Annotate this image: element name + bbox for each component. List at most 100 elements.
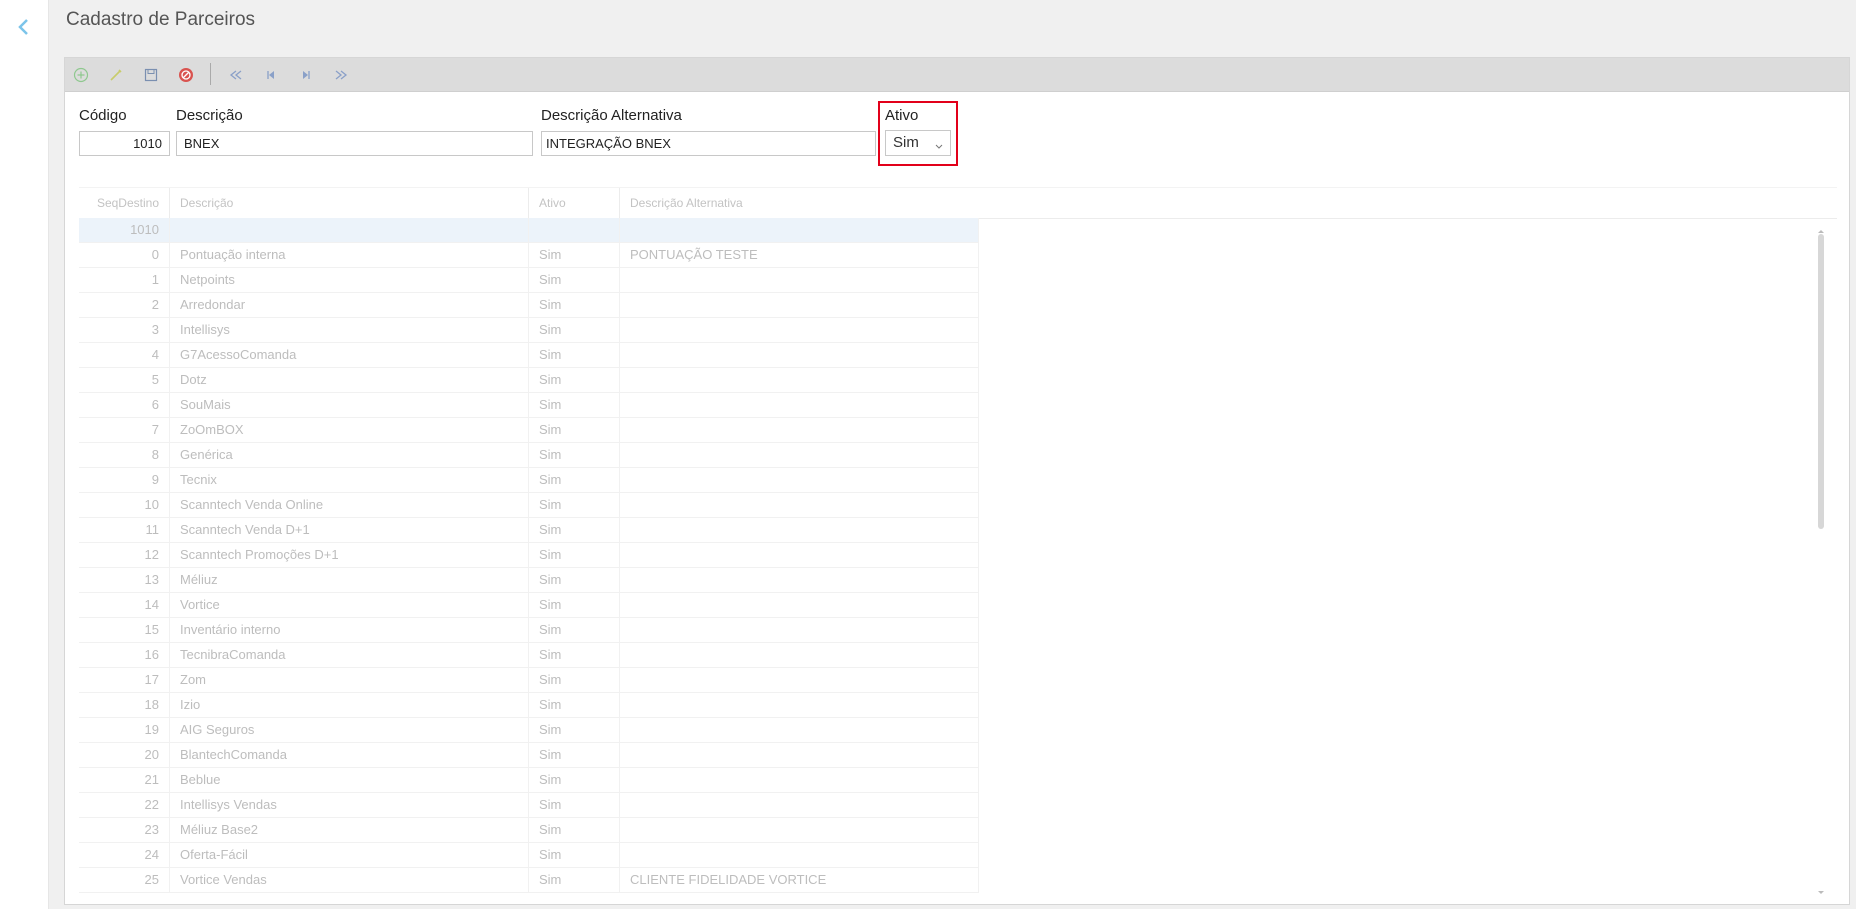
cell-ativo: Sim <box>529 693 620 717</box>
table-row[interactable]: 2 Arredondar Sim <box>79 293 979 318</box>
cell-ativo: Sim <box>529 543 620 567</box>
column-header-descricao-alternativa[interactable]: Descrição Alternativa <box>620 188 1837 218</box>
cell-descricao: Pontuação interna <box>170 243 529 267</box>
table-row[interactable]: 0 Pontuação interna Sim PONTUAÇÃO TESTE <box>79 243 979 268</box>
scrollbar-thumb[interactable] <box>1818 234 1824 529</box>
table-row[interactable]: 15 Inventário interno Sim <box>79 618 979 643</box>
table-row[interactable]: 4 G7AcessoComanda Sim <box>79 343 979 368</box>
table-row[interactable]: 13 Méliuz Sim <box>79 568 979 593</box>
scroll-down-icon[interactable] <box>1817 884 1825 894</box>
table-row[interactable]: 9 Tecnix Sim <box>79 468 979 493</box>
cell-ativo: Sim <box>529 343 620 367</box>
cell-descricao: Scanntech Venda D+1 <box>170 518 529 542</box>
cell-descricao-alternativa <box>620 843 979 867</box>
cell-descricao: Zom <box>170 668 529 692</box>
table-row[interactable]: 1 Netpoints Sim <box>79 268 979 293</box>
cell-seqdestino: 12 <box>79 543 170 567</box>
scroll-up-icon[interactable] <box>1817 222 1825 233</box>
cell-ativo: Sim <box>529 393 620 417</box>
codigo-field[interactable]: 1010 <box>79 131 170 156</box>
table-row[interactable]: 25 Vortice Vendas Sim CLIENTE FIDELIDADE VO… <box>79 868 979 893</box>
cell-descricao: ZoOmBOX <box>170 418 529 442</box>
descricao-field[interactable]: BNEX <box>176 131 533 156</box>
cell-descricao-alternativa: PONTUAÇÃO TESTE <box>620 243 979 267</box>
cell-descricao: Méliuz <box>170 568 529 592</box>
cancel-icon[interactable] <box>176 65 196 85</box>
toolbar-separator <box>210 63 211 85</box>
table-row[interactable]: 11 Scanntech Venda D+1 Sim <box>79 518 979 543</box>
cell-descricao: Izio <box>170 693 529 717</box>
cell-seqdestino: 15 <box>79 618 170 642</box>
cell-seqdestino: 21 <box>79 768 170 792</box>
cell-seqdestino: 14 <box>79 593 170 617</box>
cell-seqdestino: 0 <box>79 243 170 267</box>
cell-ativo: Sim <box>529 868 620 892</box>
cell-descricao-alternativa <box>620 768 979 792</box>
cell-seqdestino: 1010 <box>79 218 170 242</box>
table-row[interactable]: 16 TecnibraComanda Sim <box>79 643 979 668</box>
previous-record-icon[interactable] <box>261 65 281 85</box>
table-row[interactable]: 1010 <box>79 218 979 243</box>
cell-descricao-alternativa <box>620 568 979 592</box>
back-arrow-icon[interactable] <box>14 15 34 39</box>
table-row[interactable]: 20 BlantechComanda Sim <box>79 743 979 768</box>
table-row[interactable]: 19 AIG Seguros Sim <box>79 718 979 743</box>
table-row[interactable]: 24 Oferta-Fácil Sim <box>79 843 979 868</box>
cell-descricao: Inventário interno <box>170 618 529 642</box>
toolbar <box>65 58 1849 92</box>
table-row[interactable]: 22 Intellisys Vendas Sim <box>79 793 979 818</box>
table-row[interactable]: 3 Intellisys Sim <box>79 318 979 343</box>
table-row[interactable]: 10 Scanntech Venda Online Sim <box>79 493 979 518</box>
first-record-icon[interactable] <box>226 65 246 85</box>
table-row[interactable]: 5 Dotz Sim <box>79 368 979 393</box>
table-row[interactable]: 18 Izio Sim <box>79 693 979 718</box>
cell-seqdestino: 6 <box>79 393 170 417</box>
cell-ativo: Sim <box>529 743 620 767</box>
cell-ativo: Sim <box>529 593 620 617</box>
cell-descricao: Intellisys <box>170 318 529 342</box>
table-row[interactable]: 8 Genérica Sim <box>79 443 979 468</box>
cell-seqdestino: 24 <box>79 843 170 867</box>
column-header-ativo[interactable]: Ativo <box>529 188 620 218</box>
table-row[interactable]: 21 Beblue Sim <box>79 768 979 793</box>
cell-ativo: Sim <box>529 243 620 267</box>
table-row[interactable]: 14 Vortice Sim <box>79 593 979 618</box>
table-row[interactable]: 23 Méliuz Base2 Sim <box>79 818 979 843</box>
cell-descricao-alternativa <box>620 793 979 817</box>
column-header-seqdestino[interactable]: SeqDestino <box>79 188 170 218</box>
table-row[interactable]: 12 Scanntech Promoções D+1 Sim <box>79 543 979 568</box>
destinos-grid: SeqDestino Descrição Ativo Descrição Alt… <box>79 187 1839 897</box>
cell-seqdestino: 13 <box>79 568 170 592</box>
cell-descricao: TecnibraComanda <box>170 643 529 667</box>
last-record-icon[interactable] <box>331 65 351 85</box>
cell-descricao <box>170 218 529 242</box>
cell-descricao-alternativa <box>620 393 979 417</box>
next-record-icon[interactable] <box>296 65 316 85</box>
cell-ativo: Sim <box>529 843 620 867</box>
ativo-select[interactable]: Sim <box>885 130 951 156</box>
cell-descricao-alternativa <box>620 693 979 717</box>
cell-descricao: Oferta-Fácil <box>170 843 529 867</box>
descricao-alternativa-field[interactable]: INTEGRAÇÃO BNEX <box>541 131 876 156</box>
edit-icon[interactable] <box>106 65 126 85</box>
grid-scrollbar[interactable] <box>1817 222 1825 894</box>
cell-descricao: Intellisys Vendas <box>170 793 529 817</box>
column-header-descricao[interactable]: Descrição <box>170 188 529 218</box>
cell-seqdestino: 1 <box>79 268 170 292</box>
cell-descricao-alternativa <box>620 718 979 742</box>
cell-descricao-alternativa <box>620 593 979 617</box>
descricao-label: Descrição <box>176 107 243 124</box>
table-row[interactable]: 7 ZoOmBOX Sim <box>79 418 979 443</box>
cell-descricao: Vortice <box>170 593 529 617</box>
add-icon[interactable] <box>71 65 91 85</box>
table-row[interactable]: 17 Zom Sim <box>79 668 979 693</box>
cell-seqdestino: 9 <box>79 468 170 492</box>
cell-descricao: SouMais <box>170 393 529 417</box>
cell-seqdestino: 8 <box>79 443 170 467</box>
cell-seqdestino: 7 <box>79 418 170 442</box>
cell-descricao: Netpoints <box>170 268 529 292</box>
cell-descricao-alternativa <box>620 368 979 392</box>
table-row[interactable]: 6 SouMais Sim <box>79 393 979 418</box>
cell-ativo: Sim <box>529 768 620 792</box>
save-icon[interactable] <box>141 65 161 85</box>
